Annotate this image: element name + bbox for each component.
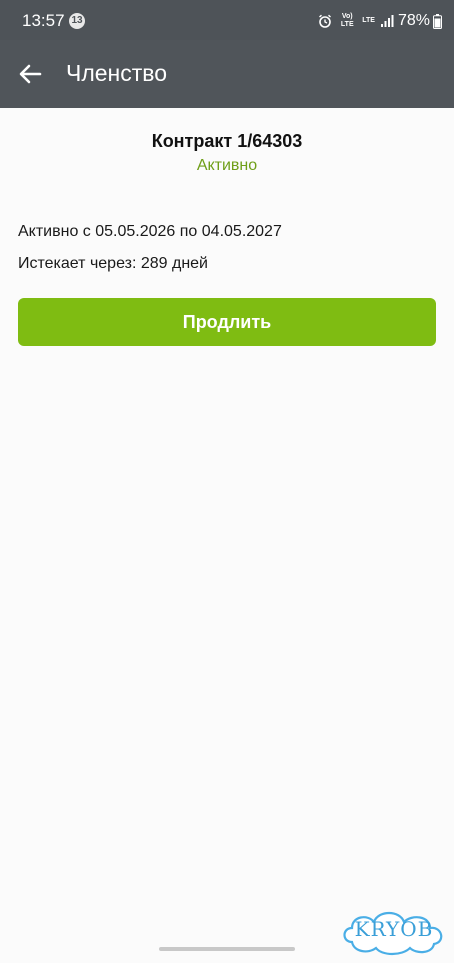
membership-period: Активно с 05.05.2026 по 04.05.2027 (18, 223, 282, 240)
arrow-left-icon (19, 64, 42, 84)
watermark-text: KRYOB (354, 917, 434, 941)
status-bar: 13:57 13 Vo) LTE LTE 78% (0, 0, 454, 40)
renew-button[interactable]: Продлить (18, 298, 436, 346)
expiration-countdown: Истекает через: 289 дней (18, 255, 208, 272)
status-time: 13:57 (22, 11, 65, 30)
back-button[interactable] (14, 58, 46, 90)
contract-title: Контракт 1/64303 (151, 131, 303, 151)
status-icons: Vo) LTE LTE 78% (312, 11, 442, 31)
battery-percent: 78% (397, 12, 430, 29)
app-bar: Членство (0, 40, 454, 108)
notification-count-badge: 13 (69, 13, 85, 29)
gesture-nav-handle[interactable] (159, 947, 295, 951)
signal-icon (380, 15, 394, 27)
page-title: Членство (66, 60, 168, 86)
contract-status-badge: Активно (196, 157, 258, 174)
volte-indicator: Vo) LTE (340, 13, 354, 28)
alarm-icon (318, 14, 332, 28)
battery-icon (433, 13, 442, 29)
watermark-logo: KRYOB (338, 902, 450, 958)
lte-indicator: LTE (362, 17, 375, 24)
